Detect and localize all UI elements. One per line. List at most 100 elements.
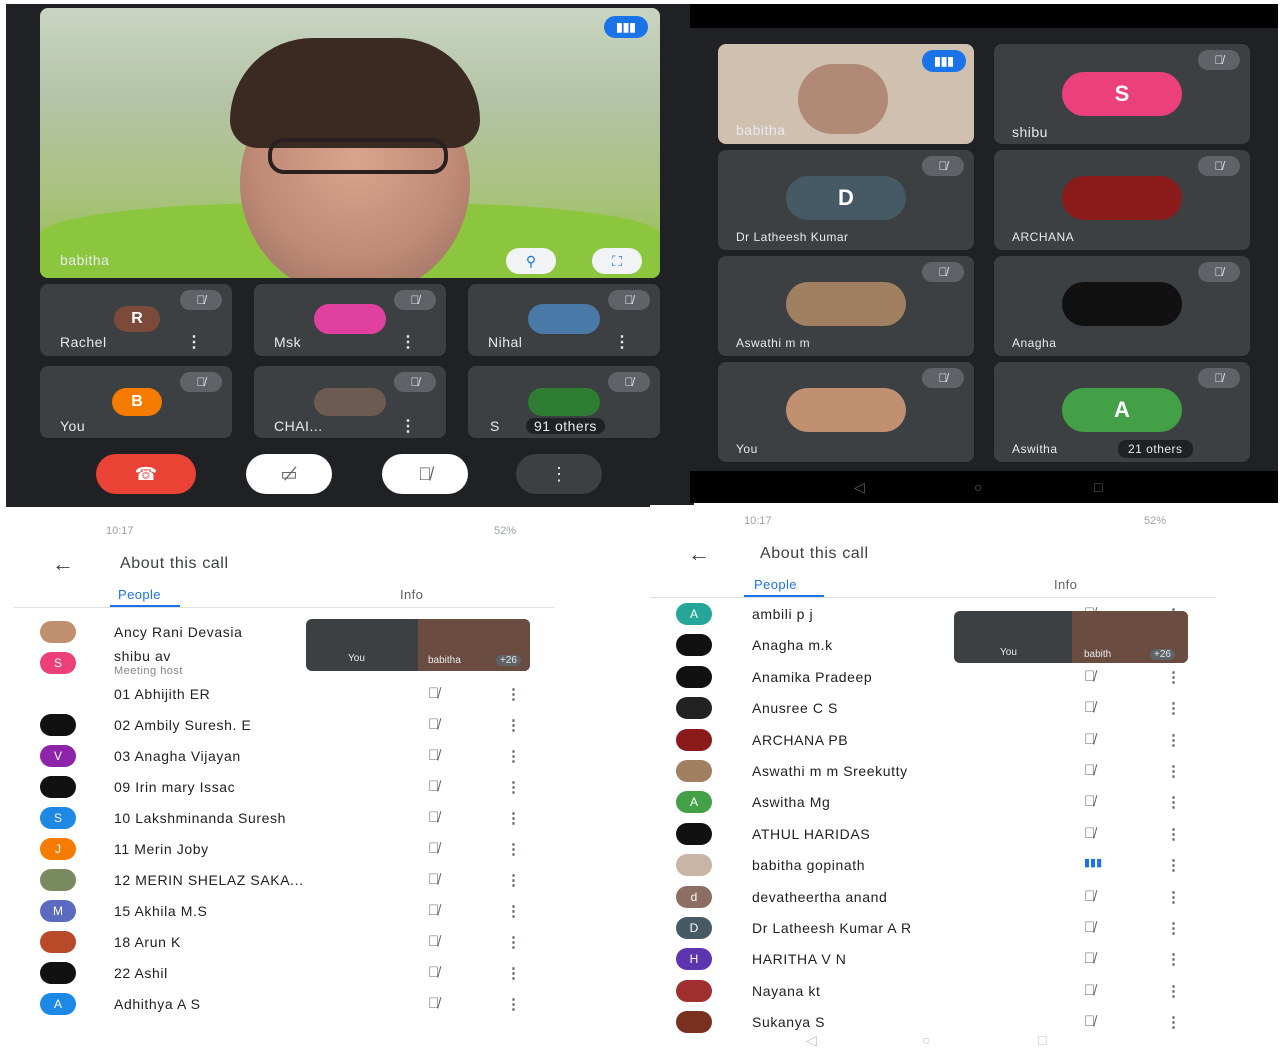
- more-options-icon[interactable]: ⋮: [400, 332, 416, 352]
- pip-window[interactable]: You babitha +26: [306, 619, 530, 671]
- home-nav-icon[interactable]: ○: [922, 1032, 930, 1048]
- avatar: [314, 388, 386, 416]
- pip-you-label: You: [348, 653, 365, 664]
- list-item[interactable]: H HARITHA V N 🎙̸ ⋮: [650, 944, 1282, 975]
- more-options-icon[interactable]: ⋮: [506, 964, 521, 982]
- back-nav-icon[interactable]: ◁: [806, 1032, 817, 1049]
- more-options-icon[interactable]: ⋮: [1166, 888, 1181, 906]
- list-item[interactable]: J 11 Merin Joby 🎙̸ ⋮: [14, 834, 560, 865]
- avatar: B: [112, 388, 162, 416]
- more-options-icon[interactable]: ⋮: [1166, 1013, 1181, 1031]
- participant-tile[interactable]: 🎙̸ Msk ⋮: [254, 284, 446, 356]
- more-options-icon[interactable]: ⋮: [1166, 793, 1181, 811]
- more-options-icon[interactable]: ⋮: [1166, 950, 1181, 968]
- participant-tile[interactable]: 🎙̸ Nihal ⋮: [468, 284, 660, 356]
- list-item[interactable]: ATHUL HARIDAS 🎙̸ ⋮: [650, 819, 1282, 850]
- back-nav-icon[interactable]: ◁: [854, 479, 865, 496]
- tab-info[interactable]: Info: [1054, 577, 1077, 592]
- mic-off-icon: 🎙̸: [1084, 793, 1096, 811]
- participant-tile[interactable]: 🎙̸ Anagha: [994, 256, 1250, 356]
- participant-name: Dr Latheesh Kumar: [736, 230, 849, 244]
- mic-off-icon: 🎙̸: [428, 747, 440, 764]
- end-call-button[interactable]: ☎: [96, 454, 196, 494]
- others-tile[interactable]: 🎙̸ S 91 others: [468, 366, 660, 438]
- more-options-icon[interactable]: ⋮: [1166, 825, 1181, 843]
- mic-off-button[interactable]: 🎙̸: [382, 454, 468, 494]
- more-options-icon[interactable]: ⋮: [506, 685, 521, 703]
- others-tile[interactable]: 🎙̸ A Aswitha 21 others: [994, 362, 1250, 462]
- home-nav-icon[interactable]: ○: [974, 479, 982, 495]
- tab-people[interactable]: People: [754, 577, 797, 592]
- video-hair: [230, 38, 480, 148]
- participant-name: ATHUL HARIDAS: [752, 825, 871, 842]
- more-options-icon[interactable]: ⋮: [1166, 856, 1181, 874]
- list-item[interactable]: S 10 Lakshminanda Suresh 🎙̸ ⋮: [14, 803, 560, 834]
- more-options-icon[interactable]: ⋮: [506, 840, 521, 858]
- more-options-icon[interactable]: ⋮: [1166, 982, 1181, 1000]
- list-item[interactable]: 09 Irin mary Issac 🎙̸ ⋮: [14, 772, 560, 803]
- more-options-icon[interactable]: ⋮: [1166, 919, 1181, 937]
- list-item[interactable]: 02 Ambily Suresh. E 🎙̸ ⋮: [14, 710, 560, 741]
- featured-video[interactable]: ▮▮▮ babitha ⚲ ⛶: [40, 8, 660, 278]
- more-options-icon[interactable]: ⋮: [400, 416, 416, 436]
- list-item[interactable]: A Aswitha Mg 🎙̸ ⋮: [650, 787, 1282, 818]
- list-item[interactable]: D Dr Latheesh Kumar A R 🎙̸ ⋮: [650, 913, 1282, 944]
- more-options-icon[interactable]: ⋮: [186, 332, 202, 352]
- list-item[interactable]: M 15 Akhila M.S 🎙̸ ⋮: [14, 896, 560, 927]
- participant-name: Anusree C S: [752, 700, 838, 717]
- camera-off-button[interactable]: ▭̸: [246, 454, 332, 494]
- list-item[interactable]: Anamika Pradeep 🎙̸ ⋮: [650, 662, 1282, 693]
- more-options-icon[interactable]: ⋮: [1166, 699, 1181, 717]
- tab-info[interactable]: Info: [400, 587, 423, 602]
- more-options-icon[interactable]: ⋮: [506, 995, 521, 1013]
- list-item[interactable]: V 03 Anagha Vijayan 🎙̸ ⋮: [14, 741, 560, 772]
- more-options-button[interactable]: ⋮: [516, 454, 602, 494]
- status-time: 10:17: [106, 525, 134, 537]
- list-item[interactable]: Nayana kt 🎙̸ ⋮: [650, 976, 1282, 1007]
- more-options-icon[interactable]: ⋮: [1166, 731, 1181, 749]
- participant-tile[interactable]: 🎙̸ R Rachel ⋮: [40, 284, 232, 356]
- more-options-icon[interactable]: ⋮: [506, 809, 521, 827]
- more-options-icon[interactable]: ⋮: [506, 933, 521, 951]
- tab-people[interactable]: People: [118, 587, 161, 602]
- more-options-icon[interactable]: ⋮: [1166, 762, 1181, 780]
- others-count: 91 others: [526, 418, 605, 434]
- avatar: [40, 962, 76, 984]
- participant-tile[interactable]: 🎙̸ D Dr Latheesh Kumar: [718, 150, 974, 250]
- participant-tile[interactable]: 🎙̸ ARCHANA: [994, 150, 1250, 250]
- more-options-icon[interactable]: ⋮: [1166, 668, 1181, 686]
- participant-tile[interactable]: 🎙̸ Aswathi m m: [718, 256, 974, 356]
- more-options-icon[interactable]: ⋮: [506, 747, 521, 765]
- participant-tile[interactable]: 🎙̸ CHAI... ⋮: [254, 366, 446, 438]
- back-arrow-icon[interactable]: ←: [52, 551, 74, 577]
- more-options-icon[interactable]: ⋮: [614, 332, 630, 352]
- list-item[interactable]: d devatheertha anand 🎙̸ ⋮: [650, 882, 1282, 913]
- participant-name: You: [60, 418, 86, 434]
- participant-tile[interactable]: ▮▮▮ babitha: [718, 44, 974, 144]
- list-item[interactable]: 01 Abhijith ER 🎙̸ ⋮: [14, 679, 560, 710]
- participant-tile[interactable]: 🎙̸ S shibu: [994, 44, 1250, 144]
- pip-window[interactable]: You babith +26: [954, 611, 1188, 663]
- recents-nav-icon[interactable]: □: [1038, 1032, 1046, 1048]
- participant-tile-self[interactable]: 🎙̸ You: [718, 362, 974, 462]
- more-options-icon[interactable]: ⋮: [506, 902, 521, 920]
- participant-name: 11 Merin Joby: [114, 841, 209, 857]
- list-item[interactable]: 18 Arun K 🎙̸ ⋮: [14, 927, 560, 958]
- list-item[interactable]: ARCHANA PB 🎙̸ ⋮: [650, 725, 1282, 756]
- more-options-icon[interactable]: ⋮: [506, 778, 521, 796]
- recents-nav-icon[interactable]: □: [1094, 479, 1102, 495]
- pin-icon[interactable]: ⚲: [506, 248, 556, 274]
- list-item[interactable]: babitha gopinath ▮▮▮ ⋮: [650, 850, 1282, 881]
- more-options-icon[interactable]: ⋮: [506, 716, 521, 734]
- list-item[interactable]: 22 Ashil 🎙̸ ⋮: [14, 958, 560, 989]
- more-options-icon[interactable]: ⋮: [506, 871, 521, 889]
- list-item[interactable]: A Adhithya A S 🎙̸ ⋮: [14, 989, 560, 1020]
- back-arrow-icon[interactable]: ←: [688, 541, 710, 567]
- participant-name: Nayana kt: [752, 982, 821, 999]
- list-item[interactable]: 12 MERIN SHELAZ SAKA... 🎙̸ ⋮: [14, 865, 560, 896]
- list-item[interactable]: Aswathi m m Sreekutty 🎙̸ ⋮: [650, 756, 1282, 787]
- list-item[interactable]: Anusree C S 🎙̸ ⋮: [650, 693, 1282, 724]
- mic-off-icon: 🎙̸: [1084, 699, 1096, 717]
- participant-tile-self[interactable]: 🎙̸ B You: [40, 366, 232, 438]
- fullscreen-icon[interactable]: ⛶: [592, 248, 642, 274]
